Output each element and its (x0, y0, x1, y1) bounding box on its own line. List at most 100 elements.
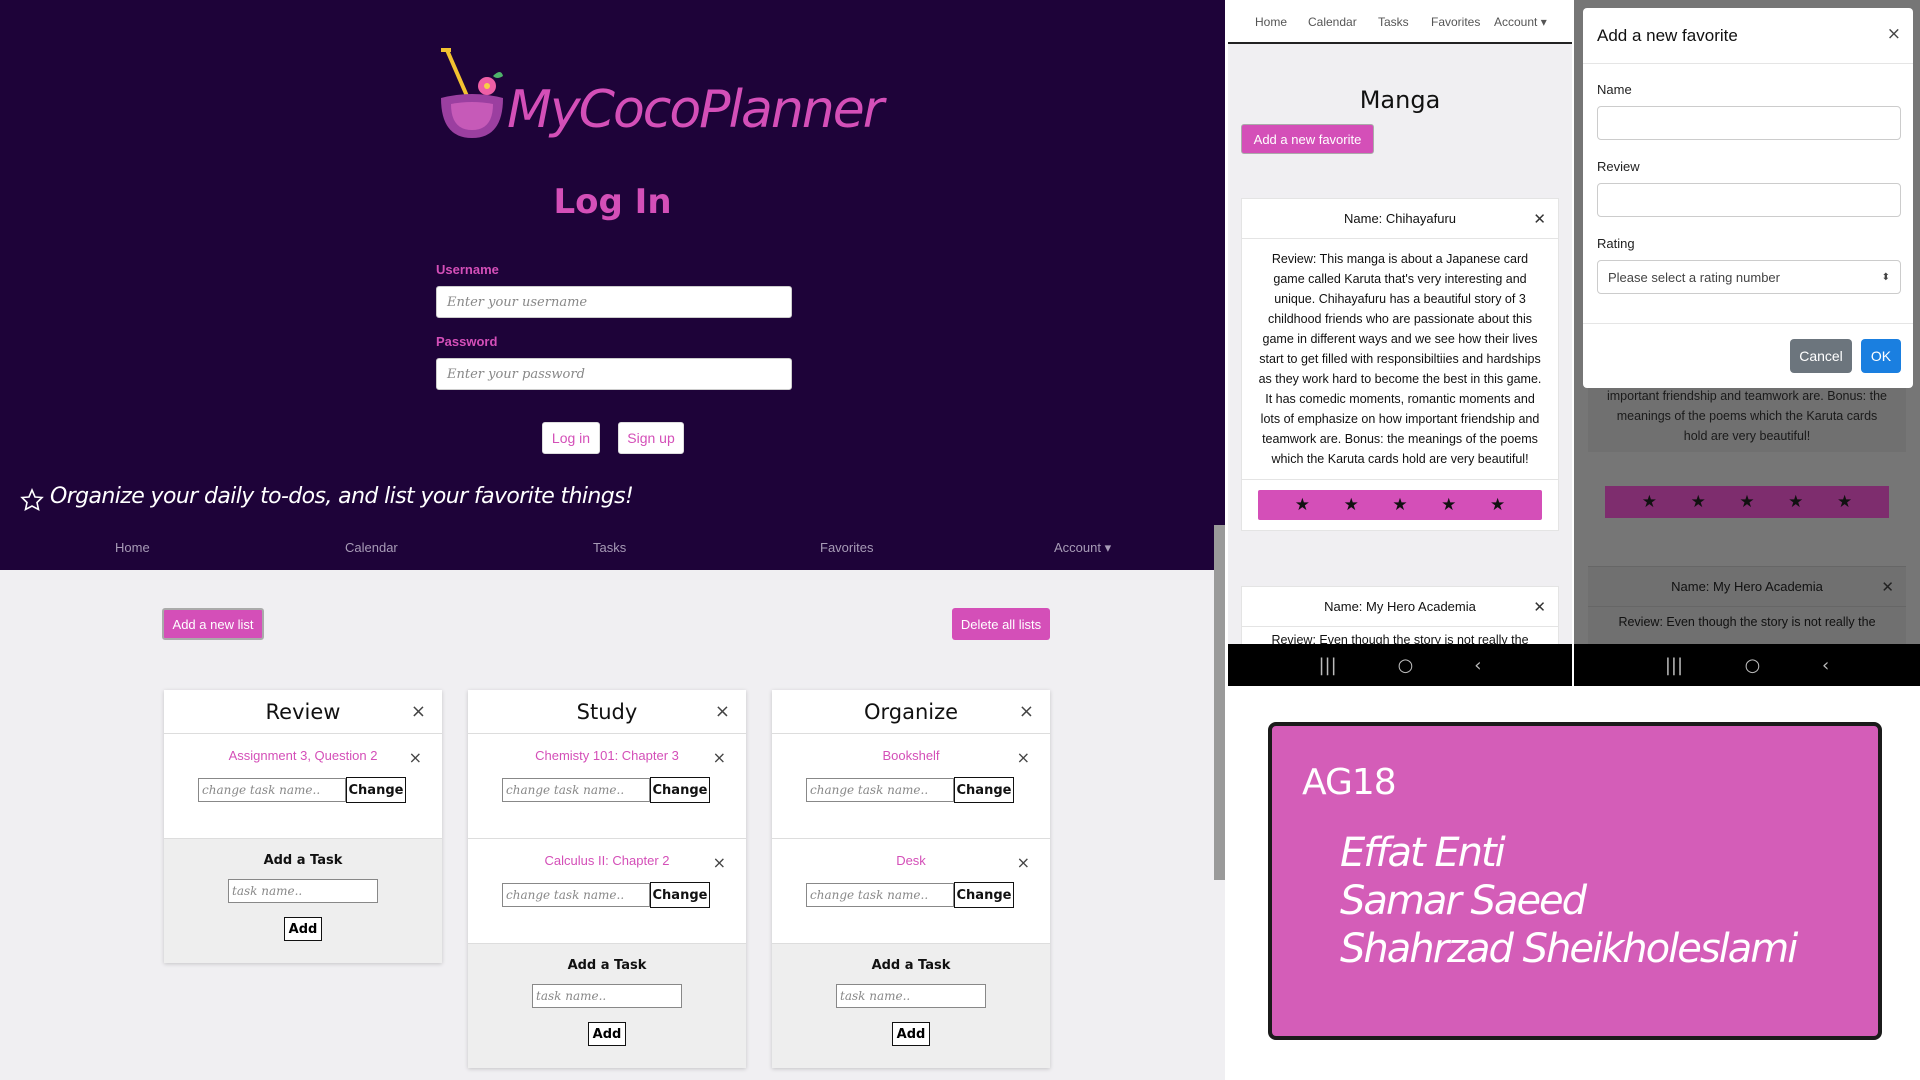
close-icon[interactable]: × (1017, 748, 1030, 767)
star-icon: ★ (1739, 492, 1755, 512)
add-task-button[interactable]: Add (892, 1022, 930, 1046)
add-task-button[interactable]: Add (588, 1022, 626, 1046)
task-item: Assignment 3, Question 2 × change task n… (164, 734, 442, 839)
change-task-input[interactable]: change task name.. (502, 778, 650, 802)
nav-calendar[interactable]: Calendar (1308, 15, 1357, 29)
star-icon[interactable]: ★ (1490, 495, 1505, 515)
change-button[interactable]: Change (954, 777, 1014, 803)
favorite-card: Name: My Hero Academia ✕ Review: Even th… (1241, 586, 1559, 647)
android-nav-bar: ||| ○ ‹ (1574, 644, 1920, 686)
nav-account[interactable]: Account ▾ (1054, 540, 1111, 560)
nav-home[interactable]: Home (115, 540, 150, 560)
select-arrows-icon: ⬍ (1881, 271, 1890, 283)
scrollbar[interactable] (1214, 525, 1225, 880)
add-list-button[interactable]: Add a new list (162, 608, 264, 640)
list-card-organize: Organize × Bookshelf × change task name.… (772, 690, 1050, 1068)
task-item: Desk × change task name.. Change (772, 839, 1050, 944)
star-icon: ★ (1690, 492, 1706, 512)
modal-title: Add a new favorite (1597, 25, 1738, 45)
close-icon[interactable]: × (1887, 24, 1901, 44)
dimmed-rating-stars: ★ ★ ★ ★ ★ (1605, 486, 1889, 518)
home-circle-icon[interactable]: ○ (1398, 655, 1414, 676)
username-input[interactable]: Enter your username (436, 286, 792, 318)
task-item: Bookshelf × change task name.. Change (772, 734, 1050, 839)
close-icon[interactable]: × (715, 701, 730, 722)
add-task-area: Add a Task task name.. Add (468, 944, 746, 1068)
task-name: Desk (896, 853, 926, 868)
close-icon[interactable]: × (1017, 853, 1030, 872)
rating-select[interactable]: Please select a rating number ⬍ (1597, 260, 1901, 294)
close-icon[interactable]: ✕ (1533, 598, 1546, 616)
add-task-input[interactable]: task name.. (532, 984, 682, 1008)
tagline: Organize your daily to-dos, and list you… (50, 484, 634, 509)
review-input[interactable] (1597, 183, 1901, 217)
star-icon[interactable]: ★ (1295, 495, 1310, 515)
close-icon[interactable]: × (713, 853, 726, 872)
delete-all-lists-button[interactable]: Delete all lists (952, 608, 1050, 640)
favorite-review: Review: This manga is about a Japanese c… (1242, 239, 1558, 480)
add-favorite-button[interactable]: Add a new favorite (1241, 124, 1374, 154)
star-icon: ★ (1641, 492, 1658, 512)
close-icon[interactable]: ✕ (1533, 210, 1546, 228)
group-code: AG18 (1302, 762, 1397, 803)
group-member: Samar Saeed (1340, 878, 1587, 924)
task-item: Calculus II: Chapter 2 × change task nam… (468, 839, 746, 944)
star-outline-icon (20, 488, 44, 512)
group-member: Effat Enti (1340, 830, 1506, 876)
close-icon: ✕ (1881, 577, 1894, 596)
review-label: Review (1597, 159, 1640, 174)
favorite-name: Name: My Hero Academia (1671, 579, 1823, 594)
list-header: Study × (468, 690, 746, 734)
nav-tasks[interactable]: Tasks (1378, 15, 1409, 29)
recent-apps-icon[interactable]: ||| (1665, 655, 1683, 676)
change-button[interactable]: Change (650, 777, 710, 803)
list-header: Organize × (772, 690, 1050, 734)
list-title: Review (265, 699, 341, 724)
back-chevron-icon[interactable]: ‹ (1474, 655, 1481, 676)
star-icon[interactable]: ★ (1441, 495, 1456, 515)
star-icon[interactable]: ★ (1392, 495, 1407, 515)
nav-favorites[interactable]: Favorites (820, 540, 873, 560)
change-task-input[interactable]: change task name.. (806, 883, 954, 907)
add-task-button[interactable]: Add (284, 917, 322, 941)
close-icon[interactable]: × (409, 748, 422, 767)
favorite-name: Name: Chihayafuru (1344, 211, 1456, 226)
list-title: Organize (863, 699, 959, 724)
rating-select-value: Please select a rating number (1608, 269, 1780, 285)
nav-favorites[interactable]: Favorites (1431, 15, 1480, 29)
nav-calendar[interactable]: Calendar (345, 540, 398, 560)
change-task-input[interactable]: change task name.. (502, 883, 650, 907)
change-task-input[interactable]: change task name.. (198, 778, 346, 802)
change-button[interactable]: Change (346, 777, 406, 803)
task-name: Chemisty 101: Chapter 3 (535, 748, 679, 763)
star-icon: ★ (1788, 492, 1804, 512)
close-icon[interactable]: × (411, 701, 426, 722)
close-icon[interactable]: × (713, 748, 726, 767)
group-card: AG18 Effat Enti Samar Saeed Shahrzad She… (1268, 722, 1882, 1040)
add-task-area: Add a Task task name.. Add (772, 944, 1050, 1068)
rating-stars[interactable]: ★ ★ ★ ★ ★ (1258, 490, 1542, 520)
favorites-phone: Home Calendar Tasks Favorites Account ▾ … (1228, 0, 1572, 686)
nav-account[interactable]: Account ▾ (1494, 15, 1547, 29)
login-button[interactable]: Log in (542, 422, 600, 454)
back-chevron-icon[interactable]: ‹ (1822, 655, 1829, 676)
change-button[interactable]: Change (954, 882, 1014, 908)
ok-button[interactable]: OK (1861, 339, 1901, 373)
home-circle-icon[interactable]: ○ (1745, 655, 1761, 676)
add-task-input[interactable]: task name.. (228, 879, 378, 903)
close-icon[interactable]: × (1019, 701, 1034, 722)
password-label: Password (436, 334, 498, 349)
cancel-button[interactable]: Cancel (1790, 339, 1852, 373)
nav-home[interactable]: Home (1255, 15, 1287, 29)
recent-apps-icon[interactable]: ||| (1318, 655, 1336, 676)
signup-button[interactable]: Sign up (618, 422, 684, 454)
star-icon[interactable]: ★ (1344, 495, 1359, 515)
change-task-input[interactable]: change task name.. (806, 778, 954, 802)
change-button[interactable]: Change (650, 882, 710, 908)
nav-tasks[interactable]: Tasks (593, 540, 626, 560)
add-task-input[interactable]: task name.. (836, 984, 986, 1008)
name-input[interactable] (1597, 106, 1901, 140)
task-name: Assignment 3, Question 2 (228, 748, 378, 763)
password-input[interactable]: Enter your password (436, 358, 792, 390)
category-title: Manga (1359, 86, 1441, 114)
